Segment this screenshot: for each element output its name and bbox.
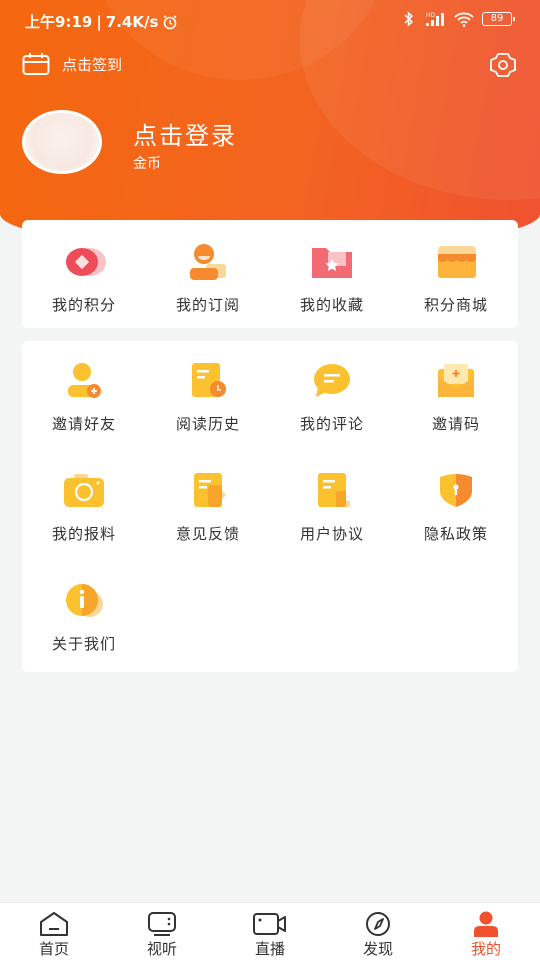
menu-item-my-points[interactable]: 我的积分 <box>22 220 146 328</box>
feedback-doc-icon <box>194 473 226 507</box>
invite-friend-icon <box>68 363 101 398</box>
subscription-user-icon <box>190 244 226 280</box>
camera-report-icon <box>64 474 104 507</box>
coin-label: 金币 <box>133 156 161 172</box>
menu-item-my-favorites[interactable]: 我的收藏 <box>270 220 394 328</box>
status-time: 上午9:19 <box>25 13 93 31</box>
info-icon <box>66 584 103 617</box>
status-separator: | <box>96 12 102 31</box>
tv-icon <box>148 912 176 936</box>
menu-item-points-store[interactable]: 积分商城 <box>394 220 518 328</box>
tab-label: 直播 <box>254 940 285 958</box>
menu-label: 邀请好友 <box>51 415 116 433</box>
quick-menu-card: 我的积分 我的订阅 我的收藏 积分商城 <box>22 220 518 328</box>
menu-item-my-subscription[interactable]: 我的订阅 <box>146 220 270 328</box>
compass-icon <box>366 912 390 936</box>
tab-home[interactable]: 首页 <box>0 903 108 960</box>
tab-audio-video[interactable]: 视听 <box>108 903 216 960</box>
menu-item-user-agreement[interactable]: 用户协议 <box>270 451 394 561</box>
menu-item-reading-history[interactable]: 阅读历史 <box>146 341 270 451</box>
hd-label: HD <box>426 12 436 19</box>
tab-discover[interactable]: 发现 <box>324 903 432 960</box>
status-net-speed: 7.4K/s <box>105 12 159 31</box>
invite-code-envelope-icon <box>438 364 474 397</box>
menu-label: 我的订阅 <box>175 296 240 314</box>
menu-label: 我的积分 <box>51 296 116 314</box>
menu-item-invite-friend[interactable]: 邀请好友 <box>22 341 146 451</box>
points-coin-icon <box>66 248 106 276</box>
menu-label: 关于我们 <box>51 635 116 653</box>
calendar-icon <box>22 53 50 75</box>
menu-label: 隐私政策 <box>423 525 488 543</box>
settings-gear-icon[interactable] <box>488 52 518 78</box>
checkin-button[interactable]: 点击签到 <box>22 52 122 76</box>
service-menu-card: 邀请好友 阅读历史 我的评论 邀请码 我的报料 意见反馈 用户协议 隐私政策 关… <box>22 341 518 672</box>
menu-label: 意见反馈 <box>175 525 240 543</box>
avatar[interactable] <box>22 110 102 174</box>
menu-label: 积分商城 <box>423 296 488 314</box>
profile-icon <box>474 911 498 937</box>
favorites-folder-star-icon <box>312 248 352 278</box>
points-store-icon <box>438 246 476 278</box>
menu-label: 邀请码 <box>431 415 480 433</box>
tab-label: 首页 <box>38 940 69 958</box>
menu-label: 用户协议 <box>299 525 364 543</box>
battery-level: 89 <box>490 13 504 24</box>
checkin-label: 点击签到 <box>62 55 123 74</box>
menu-label: 我的评论 <box>299 415 364 433</box>
wifi-icon <box>454 12 474 27</box>
menu-item-invite-code[interactable]: 邀请码 <box>394 341 518 451</box>
status-bar: 上午9:19 | 7.4K/s HD 89 <box>0 0 540 40</box>
cellular-signal-icon: HD <box>426 12 444 26</box>
bluetooth-icon <box>404 11 414 27</box>
menu-item-feedback[interactable]: 意见反馈 <box>146 451 270 561</box>
privacy-shield-icon <box>440 474 472 507</box>
login-prompt[interactable]: 点击登录 <box>133 116 237 151</box>
battery-indicator: 89 <box>482 12 515 26</box>
tab-live[interactable]: 直播 <box>216 903 324 960</box>
video-camera-icon <box>253 913 286 935</box>
home-icon <box>40 912 68 936</box>
menu-label: 我的报料 <box>51 525 116 543</box>
menu-item-about-us[interactable]: 关于我们 <box>22 561 146 671</box>
bottom-tab-bar: 首页 视听 直播 发现 我的 <box>0 902 540 960</box>
menu-item-my-comments[interactable]: 我的评论 <box>270 341 394 451</box>
menu-item-privacy-policy[interactable]: 隐私政策 <box>394 451 518 561</box>
menu-label: 阅读历史 <box>175 415 240 433</box>
reading-history-icon <box>192 363 226 397</box>
menu-label: 我的收藏 <box>299 296 364 314</box>
tab-label: 发现 <box>362 940 393 958</box>
comment-bubble-icon <box>314 364 350 397</box>
menu-item-my-report[interactable]: 我的报料 <box>22 451 146 561</box>
tab-label: 我的 <box>470 940 501 958</box>
tab-label: 视听 <box>146 940 177 958</box>
alarm-icon <box>163 14 177 29</box>
tab-mine[interactable]: 我的 <box>432 903 540 960</box>
user-agreement-doc-icon <box>318 473 350 507</box>
